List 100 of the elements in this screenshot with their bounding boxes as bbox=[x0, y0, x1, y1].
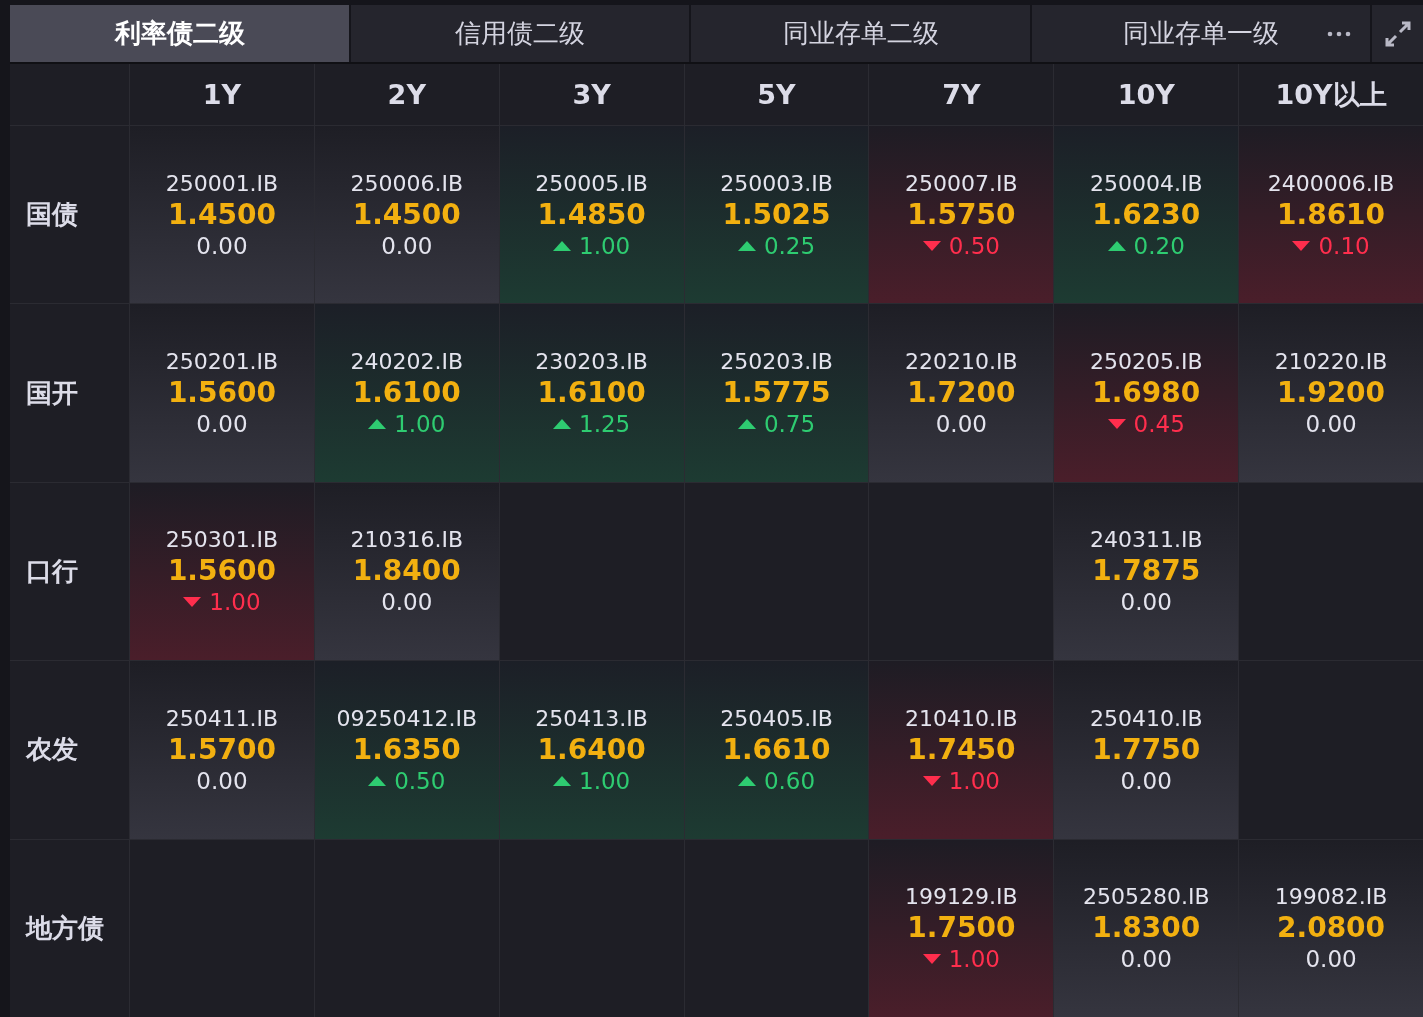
quote-cell[interactable]: 210220.IB 1.9200 0.00 bbox=[1239, 304, 1423, 482]
bond-code: 250301.IB bbox=[165, 527, 279, 553]
bond-code: 250413.IB bbox=[535, 705, 648, 731]
quote-cell[interactable]: 199129.IB 1.7500 1.00 bbox=[869, 839, 1054, 1017]
column-header: 10Y以上 bbox=[1275, 77, 1387, 112]
yield-value: 2.0800 bbox=[1277, 911, 1386, 945]
yield-value: 1.6610 bbox=[722, 732, 831, 766]
yield-value: 1.7875 bbox=[1092, 554, 1201, 588]
yield-value: 1.6980 bbox=[1092, 376, 1201, 410]
quote-cell[interactable]: 210410.IB 1.7450 1.00 bbox=[869, 661, 1054, 839]
change-value: 0.50 bbox=[948, 232, 1000, 259]
bond-code: 199129.IB bbox=[905, 884, 1018, 910]
down-triangle-icon bbox=[922, 775, 941, 786]
quote-cell[interactable]: 199082.IB 2.0800 0.00 bbox=[1239, 839, 1423, 1017]
row-label: 国债 bbox=[26, 198, 78, 232]
expand-icon bbox=[1384, 20, 1411, 47]
expand-button[interactable] bbox=[1372, 5, 1423, 62]
row-label: 农发 bbox=[26, 733, 78, 767]
quote-cell[interactable]: 250205.IB 1.6980 0.45 bbox=[1054, 304, 1239, 482]
yield-value: 1.6100 bbox=[537, 376, 646, 410]
change-value: 1.00 bbox=[394, 411, 446, 438]
bond-code: 09250412.IB bbox=[336, 705, 478, 731]
yield-value: 1.8300 bbox=[1092, 911, 1201, 945]
down-triangle-icon bbox=[922, 240, 941, 251]
up-triangle-icon bbox=[553, 240, 571, 251]
quote-cell[interactable]: 250005.IB 1.4850 1.00 bbox=[499, 126, 684, 304]
quote-cell[interactable]: 250413.IB 1.6400 1.00 bbox=[499, 661, 684, 839]
more-icon[interactable] bbox=[1327, 31, 1351, 37]
quote-cell[interactable]: 250405.IB 1.6610 0.60 bbox=[684, 661, 869, 839]
bond-code: 250201.IB bbox=[165, 349, 279, 375]
change-value: 0.00 bbox=[1305, 946, 1357, 973]
change-value: 0.00 bbox=[196, 232, 248, 259]
yield-value: 1.9200 bbox=[1277, 376, 1386, 410]
bond-code: 199082.IB bbox=[1274, 884, 1388, 910]
change-value: 0.25 bbox=[763, 232, 816, 259]
down-triangle-icon bbox=[1292, 240, 1311, 251]
tab[interactable]: 信用债二级 bbox=[351, 5, 689, 62]
quote-cell[interactable]: 250001.IB 1.4500 0.00 bbox=[130, 126, 314, 304]
column-header: 3Y bbox=[572, 79, 611, 110]
bond-code: 2505280.IB bbox=[1082, 884, 1210, 910]
quote-cell[interactable]: 250411.IB 1.5700 0.00 bbox=[130, 661, 314, 839]
yield-value: 1.7200 bbox=[907, 376, 1016, 410]
bond-code: 230203.IB bbox=[535, 349, 648, 375]
change-value: 1.00 bbox=[948, 767, 1000, 794]
bond-code: 250005.IB bbox=[535, 170, 648, 196]
bond-code: 250203.IB bbox=[720, 349, 833, 375]
change-value: 0.00 bbox=[381, 232, 433, 259]
yield-value: 1.7500 bbox=[907, 911, 1016, 945]
change-value: 0.00 bbox=[935, 411, 987, 438]
change-value: 1.00 bbox=[579, 767, 631, 794]
bond-code: 250001.IB bbox=[165, 170, 279, 196]
up-triangle-icon bbox=[553, 775, 571, 786]
up-triangle-icon bbox=[737, 775, 756, 786]
up-triangle-icon bbox=[368, 775, 387, 786]
bond-code: 240311.IB bbox=[1089, 527, 1203, 553]
yield-value: 1.5600 bbox=[167, 376, 276, 410]
bond-code: 250007.IB bbox=[905, 170, 1018, 196]
quote-cell[interactable]: 250410.IB 1.7750 0.00 bbox=[1054, 661, 1239, 839]
quote-cell[interactable]: 250301.IB 1.5600 1.00 bbox=[130, 482, 314, 661]
quote-cell[interactable]: 2400006.IB 1.8610 0.10 bbox=[1239, 126, 1423, 304]
tab[interactable]: 利率债二级 bbox=[10, 5, 349, 62]
quote-cell[interactable]: 250003.IB 1.5025 0.25 bbox=[684, 126, 869, 304]
quote-cell[interactable]: 240202.IB 1.6100 1.00 bbox=[314, 304, 499, 482]
quote-cell[interactable]: 250004.IB 1.6230 0.20 bbox=[1054, 126, 1239, 304]
column-header: 5Y bbox=[757, 79, 796, 110]
quote-cell[interactable]: 250201.IB 1.5600 0.00 bbox=[130, 304, 314, 482]
yield-value: 1.5600 bbox=[167, 554, 276, 588]
change-value: 0.00 bbox=[196, 411, 248, 438]
quote-cell[interactable]: 250006.IB 1.4500 0.00 bbox=[314, 126, 499, 304]
bond-code: 250004.IB bbox=[1089, 170, 1203, 196]
quote-cell[interactable]: 250007.IB 1.5750 0.50 bbox=[869, 126, 1054, 304]
bond-code: 210220.IB bbox=[1274, 349, 1388, 375]
yield-value: 1.4500 bbox=[167, 197, 276, 231]
row-label: 口行 bbox=[26, 555, 78, 588]
yield-value: 1.7750 bbox=[1092, 732, 1201, 766]
bond-code: 210410.IB bbox=[905, 705, 1018, 731]
yield-value: 1.5775 bbox=[722, 376, 831, 410]
quote-cell[interactable]: 230203.IB 1.6100 1.25 bbox=[499, 304, 684, 482]
quote-cell[interactable]: 220210.IB 1.7200 0.00 bbox=[869, 304, 1054, 482]
quote-cell[interactable]: 09250412.IB 1.6350 0.50 bbox=[314, 661, 499, 839]
bond-code: 250205.IB bbox=[1089, 349, 1203, 375]
change-value: 0.00 bbox=[1305, 411, 1357, 438]
yield-value: 1.6230 bbox=[1092, 197, 1201, 231]
up-triangle-icon bbox=[737, 419, 756, 430]
bond-code: 250411.IB bbox=[165, 705, 279, 731]
change-value: 0.10 bbox=[1318, 232, 1370, 259]
change-value: 1.00 bbox=[948, 946, 1000, 973]
down-triangle-icon bbox=[922, 954, 941, 965]
quote-cell[interactable]: 240311.IB 1.7875 0.00 bbox=[1054, 482, 1239, 661]
quote-cell[interactable]: 250203.IB 1.5775 0.75 bbox=[684, 304, 869, 482]
quote-cell[interactable]: 2505280.IB 1.8300 0.00 bbox=[1054, 839, 1239, 1017]
tab[interactable]: 同业存单二级 bbox=[691, 5, 1030, 62]
column-header: 10Y bbox=[1117, 79, 1175, 110]
yield-value: 1.8400 bbox=[352, 554, 461, 588]
column-header: 7Y bbox=[942, 79, 981, 110]
bond-code: 220210.IB bbox=[905, 349, 1018, 375]
quote-cell[interactable]: 210316.IB 1.8400 0.00 bbox=[314, 482, 499, 661]
tab[interactable]: 同业存单一级 bbox=[1032, 5, 1370, 62]
yield-value: 1.5025 bbox=[722, 197, 831, 231]
change-value: 0.45 bbox=[1133, 411, 1185, 438]
